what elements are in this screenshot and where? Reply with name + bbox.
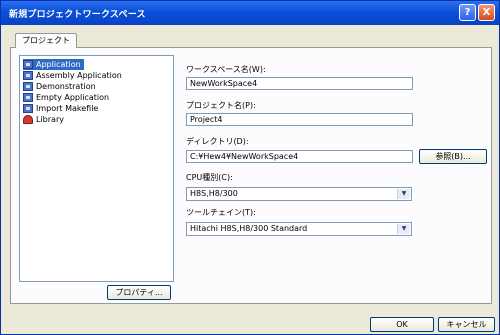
project-name-field[interactable]: Project4 xyxy=(186,113,413,126)
project-icon xyxy=(23,71,33,80)
library-icon xyxy=(23,115,33,124)
workspace-name-field[interactable]: NewWorkSpace4 xyxy=(186,77,413,90)
list-item-label: Empty Application xyxy=(36,93,110,102)
workspace-name-label: ワークスペース名(W): xyxy=(186,65,266,74)
cpu-type-value: H8S,H8/300 xyxy=(190,189,238,198)
title-bar: 新規プロジェクトワークスペース ? X xyxy=(1,1,499,25)
list-item-label: Import Makefile xyxy=(36,104,99,113)
list-item-label: Assembly Application xyxy=(36,71,122,80)
toolchain-value: Hitachi H8S,H8/300 Standard xyxy=(190,224,308,233)
list-item-assembly-application[interactable]: Assembly Application xyxy=(23,70,122,81)
close-button[interactable]: X xyxy=(478,4,495,21)
cancel-button[interactable]: キャンセル xyxy=(438,317,495,332)
new-project-workspace-dialog: 新規プロジェクトワークスペース ? X プロジェクト Application A… xyxy=(0,0,500,335)
list-item-demonstration[interactable]: Demonstration xyxy=(23,81,96,92)
project-icon xyxy=(23,104,33,113)
list-item-label: Demonstration xyxy=(36,82,96,91)
tab-project[interactable]: プロジェクト xyxy=(15,33,77,48)
cpu-type-label: CPU種別(C): xyxy=(186,173,233,182)
list-item-import-makefile[interactable]: Import Makefile xyxy=(23,103,98,114)
browse-button[interactable]: 参照(B)... xyxy=(419,149,487,164)
directory-field[interactable]: C:¥Hew4¥NewWorkSpace4 xyxy=(186,150,413,163)
list-item-library[interactable]: Library xyxy=(23,114,64,125)
chevron-down-icon[interactable]: ▼ xyxy=(397,224,410,234)
cpu-type-select[interactable]: H8S,H8/300 ▼ xyxy=(186,187,412,201)
list-item-empty-application[interactable]: Empty Application xyxy=(23,92,109,103)
project-type-list[interactable]: Application Assembly Application Demonst… xyxy=(19,55,174,282)
project-icon xyxy=(23,60,33,69)
chevron-down-icon[interactable]: ▼ xyxy=(397,189,410,199)
directory-label: ディレクトリ(D): xyxy=(186,137,249,146)
window-title: 新規プロジェクトワークスペース xyxy=(9,10,146,20)
list-item-label: Application xyxy=(36,60,81,69)
list-item-label: Library xyxy=(36,115,64,124)
project-icon xyxy=(23,82,33,91)
properties-button[interactable]: プロパティ... xyxy=(107,285,171,300)
list-item-application[interactable]: Application xyxy=(23,59,84,70)
ok-button[interactable]: OK xyxy=(370,317,434,332)
toolchain-label: ツールチェイン(T): xyxy=(186,208,256,217)
project-icon xyxy=(23,93,33,102)
toolchain-select[interactable]: Hitachi H8S,H8/300 Standard ▼ xyxy=(186,222,412,236)
help-button[interactable]: ? xyxy=(459,4,476,21)
project-name-label: プロジェクト名(P): xyxy=(186,101,256,110)
